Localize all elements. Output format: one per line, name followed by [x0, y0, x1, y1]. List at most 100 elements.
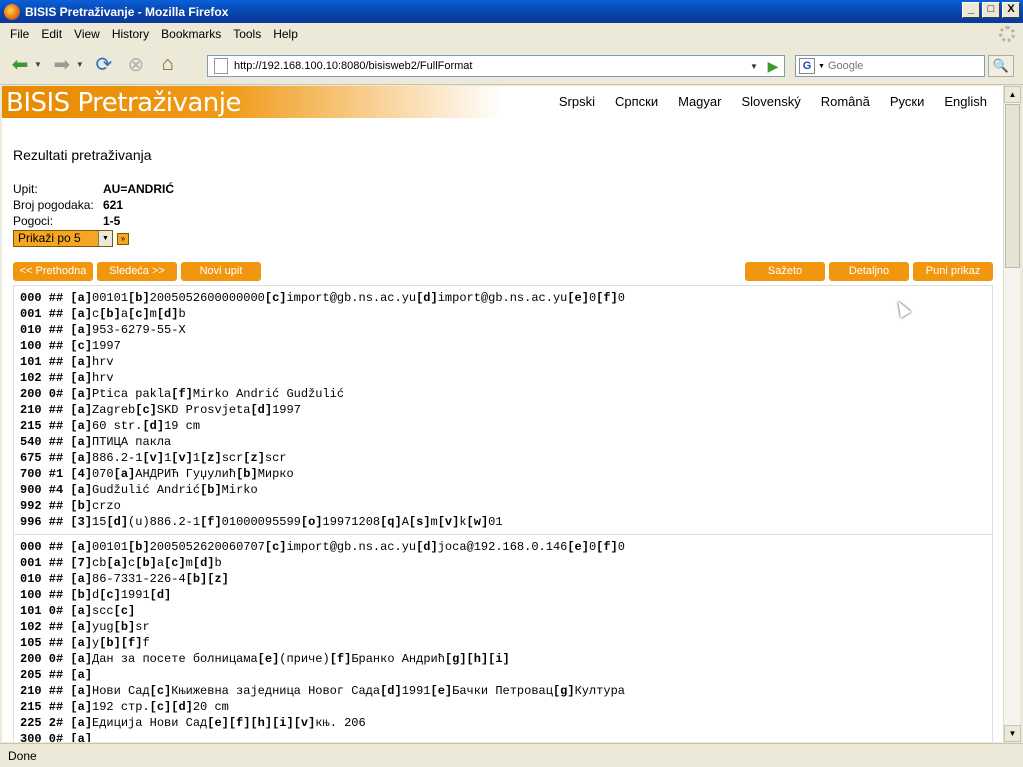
query-label: Upit:: [13, 182, 38, 196]
count-value: 621: [103, 198, 124, 212]
query-value: AU=ANDRIĆ: [103, 182, 175, 196]
back-history-dropdown-icon[interactable]: ▼: [34, 60, 42, 69]
field-content: [b]d[c]1991[d]: [70, 588, 172, 602]
lang-srpski-cyrillic[interactable]: Српски: [615, 94, 658, 109]
field-tag: 225 2#: [20, 716, 64, 730]
record-field-line: 900 #4 [a]Gudžulić Andrić[b]Mirko: [14, 482, 992, 498]
field-content: [3]15[d](u)886.2-1[f]01000095599[o]19971…: [70, 515, 503, 529]
detailed-view-button[interactable]: Detaljno: [829, 262, 909, 281]
next-button[interactable]: Sledeća >>: [97, 262, 177, 281]
field-content: [a]yug[b]sr: [70, 620, 150, 634]
menu-tools[interactable]: Tools: [227, 27, 267, 41]
stop-icon[interactable]: ⊗: [122, 51, 150, 79]
reload-icon[interactable]: ⟳: [90, 51, 118, 79]
page-icon: [214, 58, 228, 74]
record-field-line: 215 ## [a]192 стр.[c][d]20 cm: [14, 699, 992, 715]
new-query-button[interactable]: Novi upit: [181, 262, 261, 281]
lang-english[interactable]: English: [944, 94, 987, 109]
field-tag: 675 ##: [20, 451, 64, 465]
vertical-scrollbar[interactable]: ▲ ▼: [1003, 86, 1021, 742]
record-field-line: 100 ## [c]1997: [14, 338, 992, 354]
field-tag: 215 ##: [20, 419, 64, 433]
field-tag: 010 ##: [20, 572, 64, 586]
lang-romana[interactable]: Română: [821, 94, 870, 109]
menu-bookmarks[interactable]: Bookmarks: [155, 27, 227, 41]
short-view-button[interactable]: Sažeto: [745, 262, 825, 281]
google-engine-icon[interactable]: G: [799, 58, 815, 74]
field-tag: 992 ##: [20, 499, 64, 513]
apply-page-size-icon[interactable]: »: [117, 232, 129, 245]
lang-srpski-latin[interactable]: Srpski: [559, 94, 595, 109]
record-field-line: 215 ## [a]60 str.[d]19 cm: [14, 418, 992, 434]
record-field-line: 200 0# [a]Ptica pakla[f]Mirko Andrić Gud…: [14, 386, 992, 402]
records-list: 000 ## [a]00101[b]2005052600000000[c]imp…: [13, 285, 993, 742]
field-content: [a]886.2-1[v]1[v]1[z]scr[z]scr: [70, 451, 287, 465]
record-field-line: 210 ## [a]Zagreb[c]SKD Prosvjeta[d]1997: [14, 402, 992, 418]
record-field-line: 101 ## [a]hrv: [14, 354, 992, 370]
menu-file[interactable]: File: [4, 27, 35, 41]
record-field-line: 225 2# [a]Едиција Нови Сад[e][f][h][i][v…: [14, 715, 992, 731]
search-engine-dropdown-icon[interactable]: ▼: [818, 63, 825, 70]
url-bar[interactable]: http://192.168.100.10:8080/bisisweb2/Ful…: [207, 55, 785, 77]
close-button[interactable]: X: [1002, 2, 1020, 18]
firefox-icon: [4, 3, 20, 20]
lang-magyar[interactable]: Magyar: [678, 94, 721, 109]
record-field-line: 205 ## [a]: [14, 667, 992, 683]
record-field-line: 700 #1 [4]070[a]АНДРИЋ Гуџулић[b]Мирко: [14, 466, 992, 482]
forward-arrow-icon[interactable]: ➡: [48, 51, 76, 79]
page-size-select[interactable]: Prikaži po 5 ▼: [13, 230, 113, 247]
lang-ruski[interactable]: Руски: [890, 94, 924, 109]
logo-text: BISIS Pretraživanje: [6, 88, 242, 118]
field-content: [a]scc[c]: [70, 604, 136, 618]
menu-history[interactable]: History: [106, 27, 155, 41]
chevron-down-icon[interactable]: ▼: [98, 231, 112, 246]
url-text[interactable]: http://192.168.100.10:8080/bisisweb2/Ful…: [234, 60, 472, 72]
field-tag: 210 ##: [20, 403, 64, 417]
field-content: [a]Нови Сад[c]Књижевна заједница Новог С…: [70, 684, 625, 698]
full-view-button[interactable]: Puni prikaz: [913, 262, 993, 281]
forward-history-dropdown-icon[interactable]: ▼: [76, 60, 84, 69]
prev-button[interactable]: << Prethodna: [13, 262, 93, 281]
field-tag: 210 ##: [20, 684, 64, 698]
record-field-line: 300 0# [a]: [14, 731, 992, 742]
scroll-up-icon[interactable]: ▲: [1004, 86, 1021, 103]
search-magnifier-icon[interactable]: 🔍: [988, 55, 1014, 77]
field-content: [a]Gudžulić Andrić[b]Mirko: [70, 483, 258, 497]
field-content: [a]: [70, 732, 93, 742]
window-titlebar: BISIS Pretraživanje - Mozilla Firefox _ …: [0, 0, 1023, 23]
banner: BISIS Pretraživanje Srpski Српски Magyar…: [2, 86, 1003, 118]
go-arrow-icon[interactable]: ▶: [764, 57, 782, 75]
scroll-thumb[interactable]: [1005, 104, 1020, 268]
search-input[interactable]: [827, 60, 978, 72]
field-tag: 105 ##: [20, 636, 64, 650]
minimize-button[interactable]: _: [962, 2, 980, 18]
back-arrow-icon[interactable]: ⬅: [6, 51, 34, 79]
menu-edit[interactable]: Edit: [35, 27, 68, 41]
home-icon[interactable]: ⌂: [154, 51, 182, 79]
field-tag: 100 ##: [20, 339, 64, 353]
scroll-down-icon[interactable]: ▼: [1004, 725, 1021, 742]
page-size-selector: Prikaži po 5 ▼ »: [13, 230, 129, 247]
record-field-line: 101 0# [a]scc[c]: [14, 603, 992, 619]
field-tag: 102 ##: [20, 371, 64, 385]
field-content: [a]00101[b]2005052620060707[c]import@gb.…: [70, 540, 625, 554]
field-content: [a]Zagreb[c]SKD Prosvjeta[d]1997: [70, 403, 301, 417]
page-title: Rezultati pretraživanja: [13, 147, 152, 163]
field-tag: 101 ##: [20, 355, 64, 369]
record-field-line: 102 ## [a]yug[b]sr: [14, 619, 992, 635]
field-tag: 205 ##: [20, 668, 64, 682]
count-label: Broj pogodaka:: [13, 198, 94, 212]
url-history-dropdown-icon[interactable]: ▼: [746, 56, 762, 76]
field-content: [a]hrv: [70, 355, 114, 369]
record-field-line: 675 ## [a]886.2-1[v]1[v]1[z]scr[z]scr: [14, 450, 992, 466]
menu-help[interactable]: Help: [267, 27, 304, 41]
menu-view[interactable]: View: [68, 27, 106, 41]
field-tag: 102 ##: [20, 620, 64, 634]
search-bar[interactable]: G ▼: [795, 55, 985, 77]
maximize-button[interactable]: □: [982, 2, 1000, 18]
status-text: Done: [8, 748, 37, 763]
field-content: [a]y[b][f]f: [70, 636, 150, 650]
field-tag: 200 0#: [20, 387, 64, 401]
lang-slovensky[interactable]: Slovenský: [741, 94, 800, 109]
field-tag: 101 0#: [20, 604, 64, 618]
